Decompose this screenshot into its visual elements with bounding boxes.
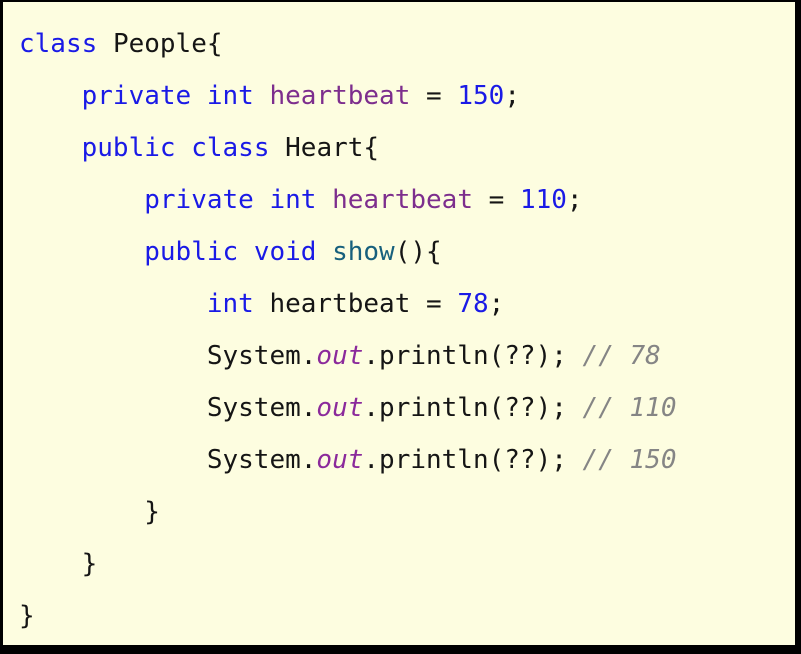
code-token-kw: int (206, 81, 254, 111)
code-token-kw: class (191, 133, 270, 163)
code-token-static: out (316, 393, 364, 423)
code-token-kw: private (144, 185, 254, 215)
code-line: System.out.println(??); // 110 (19, 382, 795, 434)
code-token-kw: void (253, 237, 317, 267)
code-token-plain: People{ (112, 29, 223, 59)
code-token-comment: // 110 (582, 393, 677, 423)
code-token-static: out (316, 445, 364, 475)
code-token-plain: System. (206, 393, 317, 423)
code-token-num: 78 (457, 289, 489, 319)
code-token-plain: heartbeat (269, 289, 411, 319)
code-token-plain: = (410, 289, 458, 319)
code-token-plain: (){ (394, 237, 442, 267)
code-token-plain: Heart{ (285, 133, 380, 163)
code-token-method: show (332, 237, 395, 267)
code-token-comment: // 78 (582, 341, 661, 371)
code-line: int heartbeat = 78; (19, 278, 795, 330)
code-token-plain: System. (206, 445, 317, 475)
code-token-plain: = (472, 185, 520, 215)
code-line: System.out.println(??); // 150 (19, 434, 795, 486)
code-token-plain: } (81, 549, 98, 579)
code-token-plain: System. (206, 341, 317, 371)
code-token-plain: .println(??); (363, 341, 583, 371)
code-line: public class Heart{ (19, 122, 795, 174)
code-token-field: heartbeat (332, 185, 473, 215)
code-token-plain: .println(??); (363, 445, 583, 475)
code-token-plain: ; (566, 185, 583, 215)
code-token-plain: .println(??); (363, 393, 583, 423)
code-token-kw: private (81, 81, 192, 111)
code-token-kw: int (269, 185, 317, 215)
code-line: System.out.println(??); // 78 (19, 330, 795, 382)
code-line: } (19, 590, 795, 642)
code-token-plain: } (144, 497, 160, 527)
code-block: class People{ private int heartbeat = 15… (3, 18, 795, 642)
code-token-static: out (316, 341, 364, 371)
code-line: private int heartbeat = 150; (19, 70, 795, 122)
code-line: } (19, 538, 795, 590)
code-line: class People{ (19, 18, 795, 70)
code-token-kw: public (144, 237, 239, 267)
code-token-num: 150 (457, 81, 505, 111)
code-token-kw: int (206, 289, 254, 319)
code-snippet-window: class People{ private int heartbeat = 15… (0, 0, 801, 654)
code-token-kw: public (81, 133, 176, 163)
code-token-comment: // 150 (582, 445, 677, 475)
code-token-plain: = (410, 81, 458, 111)
code-token-num: 110 (519, 185, 567, 215)
code-token-plain: } (19, 601, 35, 631)
code-line: public void show(){ (19, 226, 795, 278)
code-line: private int heartbeat = 110; (19, 174, 795, 226)
code-line: } (19, 486, 795, 538)
code-token-plain: ; (504, 81, 520, 111)
code-token-plain: ; (488, 289, 505, 319)
code-token-kw: class (19, 29, 98, 59)
code-token-field: heartbeat (269, 81, 411, 111)
